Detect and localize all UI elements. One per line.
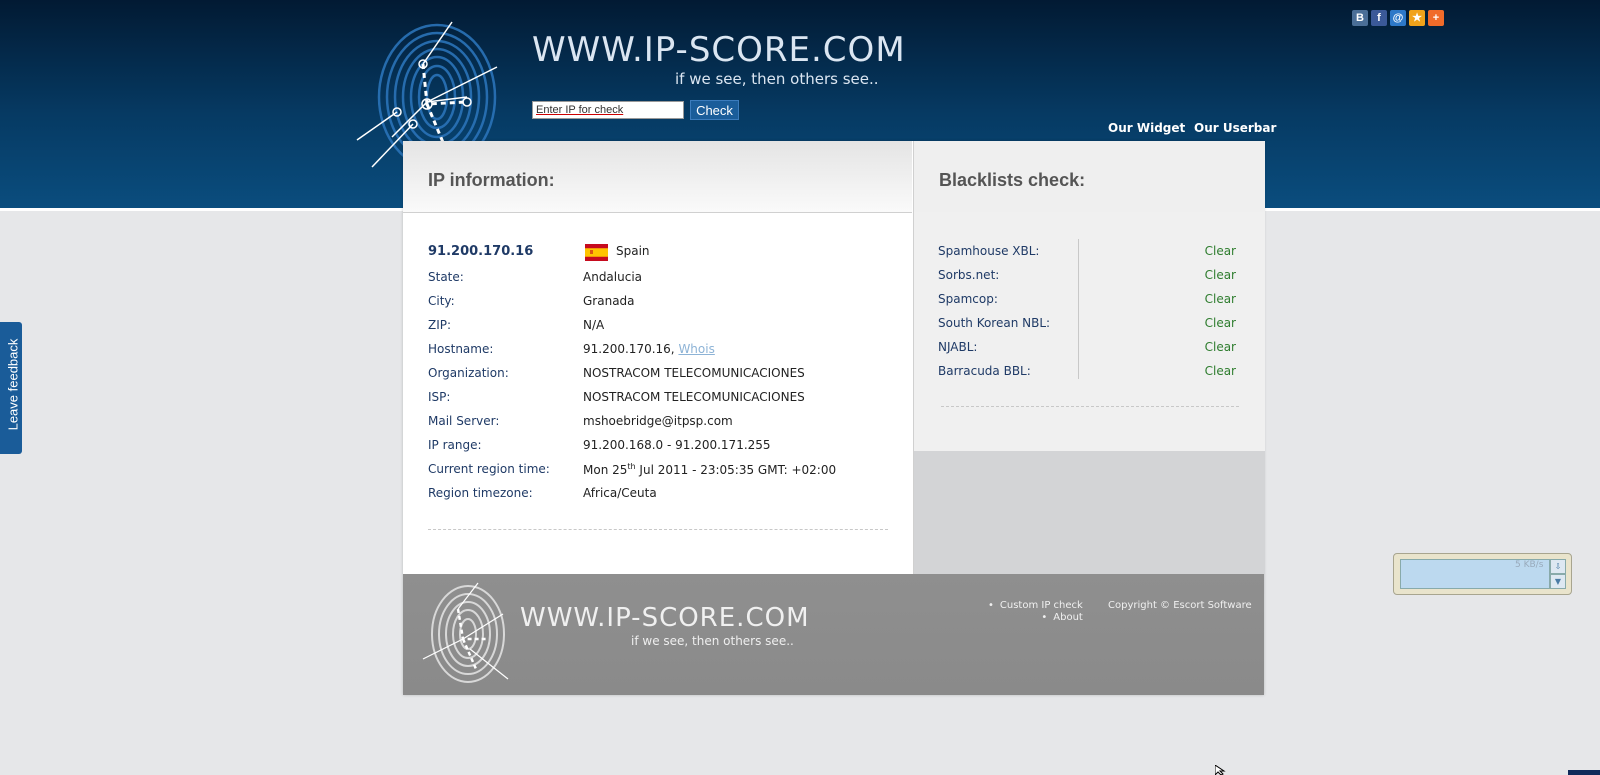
site-tagline: if we see, then others see.. bbox=[675, 70, 879, 88]
copyright-text: Copyright © Escort Software bbox=[1108, 600, 1252, 611]
state-label: State: bbox=[428, 270, 464, 284]
leave-feedback-tab[interactable]: Leave feedback bbox=[0, 322, 22, 454]
blacklist-status: Clear bbox=[1204, 292, 1236, 306]
mail-server-value: mshoebridge@itpsp.com bbox=[583, 414, 733, 428]
ip-info-header: IP information: bbox=[403, 141, 912, 213]
region-time-day: Mon 25 bbox=[583, 463, 628, 477]
ip-search-input[interactable] bbox=[532, 101, 684, 119]
blacklist-status: Clear bbox=[1204, 244, 1236, 258]
dropdown-arrow-icon[interactable]: ▼ bbox=[1550, 574, 1566, 589]
whois-link[interactable]: Whois bbox=[678, 342, 714, 356]
traffic-graph: 5 KB/s bbox=[1400, 559, 1550, 589]
download-arrow-icon[interactable]: ⇩ bbox=[1550, 559, 1566, 574]
blacklist-status: Clear bbox=[1204, 268, 1236, 282]
main-content-panel: IP information: Blacklists check: 91.200… bbox=[403, 141, 1265, 695]
isp-label: ISP: bbox=[428, 390, 451, 404]
blacklist-name: Barracuda BBL: bbox=[938, 364, 1031, 378]
hostname-value: 91.200.170.16, Whois bbox=[583, 342, 715, 356]
blacklists-title: Blacklists check: bbox=[939, 170, 1086, 190]
city-label: City: bbox=[428, 294, 455, 308]
footer-fingerprint-icon bbox=[422, 582, 509, 683]
blacklist-status: Clear bbox=[1204, 340, 1236, 354]
state-value: Andalucia bbox=[583, 270, 643, 284]
site-footer: WWW.IP-SCORE.COM if we see, then others … bbox=[403, 574, 1264, 695]
zip-label: ZIP: bbox=[428, 318, 452, 332]
city-value: Granada bbox=[583, 294, 635, 308]
blacklist-name: Spamcop: bbox=[938, 292, 998, 306]
check-button[interactable]: Check bbox=[690, 100, 739, 120]
region-timezone-label: Region timezone: bbox=[428, 486, 533, 500]
blacklist-name: Sorbs.net: bbox=[938, 268, 1000, 282]
taskbar-corner bbox=[1568, 770, 1600, 775]
blacklist-name: NJABL: bbox=[938, 340, 978, 354]
blacklist-name: South Korean NBL: bbox=[938, 316, 1051, 330]
site-logo-text[interactable]: WWW.IP-SCORE.COM bbox=[532, 30, 906, 70]
region-time-label: Current region time: bbox=[428, 462, 550, 476]
traffic-speed: 5 KB/s bbox=[1515, 560, 1544, 570]
custom-ip-check-link[interactable]: Custom IP check bbox=[988, 600, 1083, 612]
hostname-label: Hostname: bbox=[428, 342, 494, 356]
blacklists-divider bbox=[941, 406, 1239, 407]
blacklist-status: Clear bbox=[1204, 364, 1236, 378]
about-link[interactable]: About bbox=[988, 612, 1083, 624]
vkontakte-icon[interactable]: B bbox=[1352, 10, 1368, 26]
organization-label: Organization: bbox=[428, 366, 509, 380]
addthis-plus-icon[interactable]: + bbox=[1428, 10, 1444, 26]
blacklist-status: Clear bbox=[1204, 316, 1236, 330]
footer-tagline: if we see, then others see.. bbox=[631, 634, 794, 648]
organization-value: NOSTRACOM TELECOMUNICACIONES bbox=[583, 366, 805, 380]
traffic-monitor-widget[interactable]: 5 KB/s ⇩ ▼ bbox=[1393, 553, 1572, 595]
social-share-bar: B f @ ★ + bbox=[1352, 10, 1444, 26]
mail-server-label: Mail Server: bbox=[428, 414, 500, 428]
ip-range-label: IP range: bbox=[428, 438, 482, 452]
our-userbar-link[interactable]: Our Userbar bbox=[1194, 121, 1276, 135]
leave-feedback-label: Leave feedback bbox=[5, 338, 21, 431]
bookmark-star-icon[interactable]: ★ bbox=[1409, 10, 1425, 26]
ip-info-divider bbox=[428, 529, 888, 530]
blacklists-header: Blacklists check: bbox=[913, 141, 1265, 212]
region-timezone-value: Africa/Ceuta bbox=[583, 486, 657, 500]
blacklists-empty-area bbox=[913, 451, 1265, 594]
footer-links: Custom IP check About bbox=[988, 600, 1083, 624]
blacklists-column-divider bbox=[1078, 239, 1079, 379]
country-name: Spain bbox=[616, 244, 650, 258]
region-time-ordinal: th bbox=[627, 462, 636, 471]
spain-flag-icon bbox=[585, 244, 608, 261]
footer-logo-text[interactable]: WWW.IP-SCORE.COM bbox=[520, 603, 810, 633]
myworld-icon[interactable]: @ bbox=[1390, 10, 1406, 26]
our-widget-link[interactable]: Our Widget bbox=[1108, 121, 1185, 135]
ip-range-value: 91.200.168.0 - 91.200.171.255 bbox=[583, 438, 771, 452]
mouse-cursor-icon bbox=[1215, 765, 1226, 775]
facebook-icon[interactable]: f bbox=[1371, 10, 1387, 26]
zip-value: N/A bbox=[583, 318, 605, 332]
ip-address: 91.200.170.16 bbox=[428, 244, 534, 259]
region-time-value: Mon 25th Jul 2011 - 23:05:35 GMT: +02:00 bbox=[583, 462, 836, 477]
blacklist-name: Spamhouse XBL: bbox=[938, 244, 1040, 258]
region-time-rest: Jul 2011 - 23:05:35 GMT: +02:00 bbox=[635, 463, 837, 477]
hostname-text: 91.200.170.16, bbox=[583, 342, 675, 356]
ip-info-title: IP information: bbox=[428, 170, 555, 190]
isp-value: NOSTRACOM TELECOMUNICACIONES bbox=[583, 390, 805, 404]
